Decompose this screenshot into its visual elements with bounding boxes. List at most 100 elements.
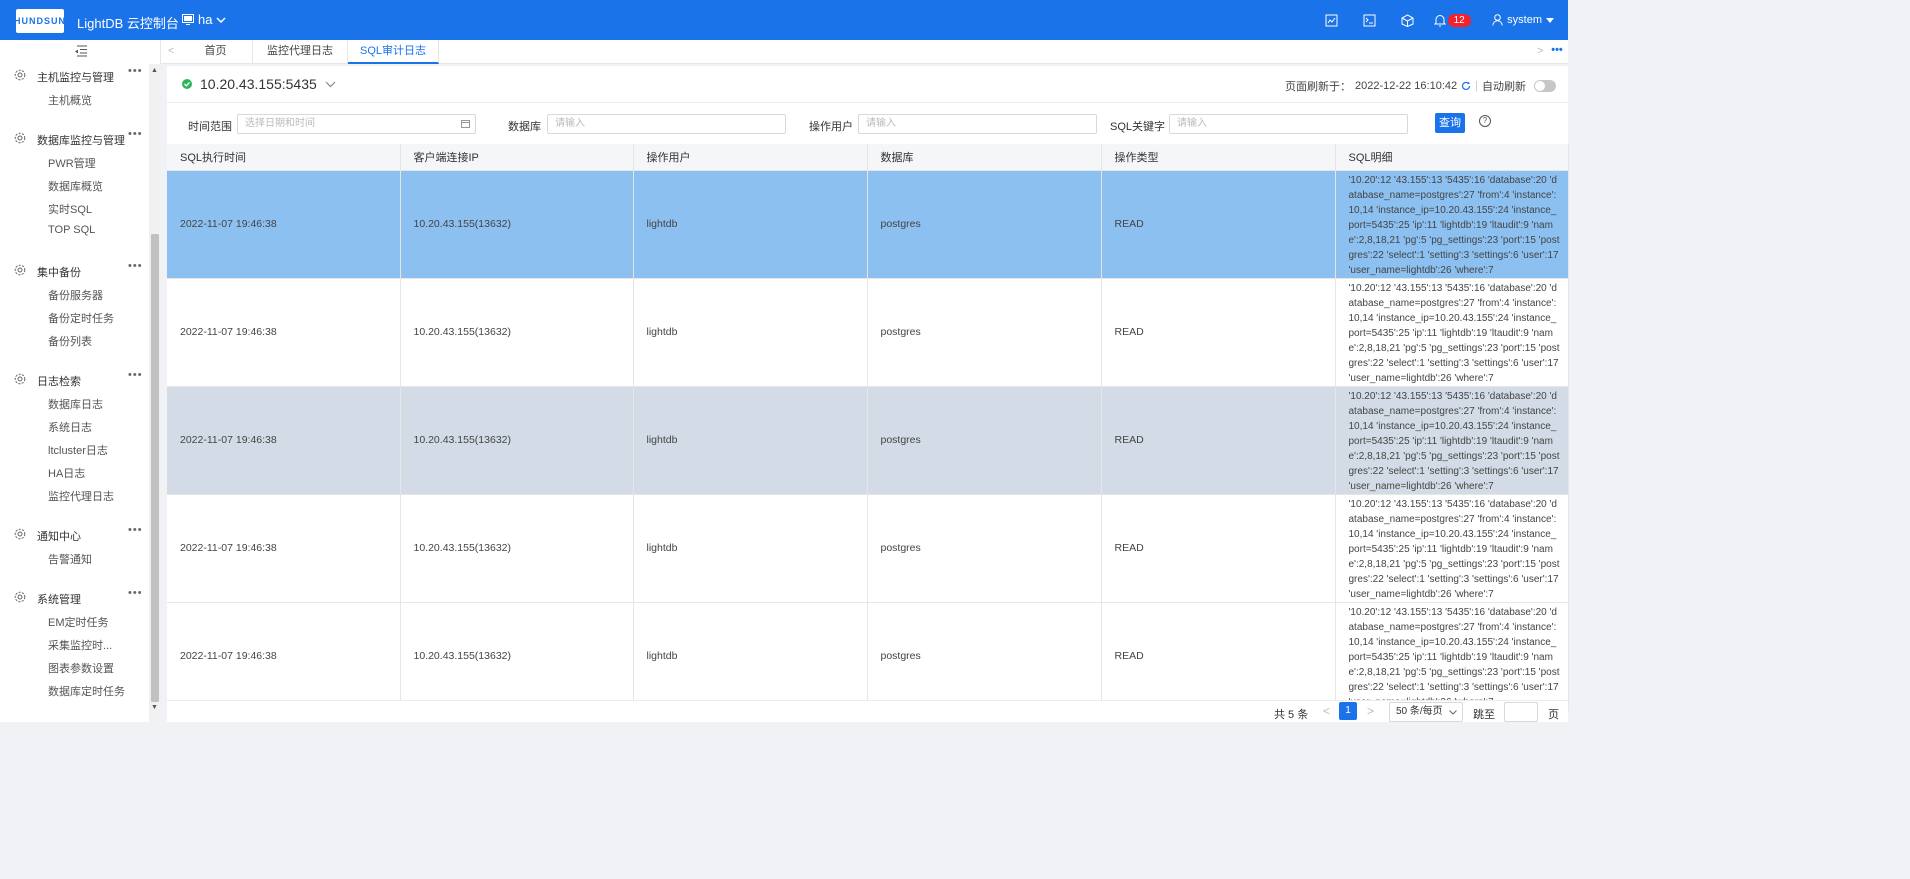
menu-fold-icon[interactable]	[74, 45, 88, 57]
sidebar-item-db-overview[interactable]: 数据库概览	[48, 178, 103, 194]
sidebar-item-backup-list[interactable]: 备份列表	[48, 333, 92, 349]
sidebar-item-db-schedule[interactable]: 数据库定时任务	[48, 683, 125, 699]
tab-agent-log[interactable]: 监控代理日志	[253, 40, 348, 64]
user-filter-label: 操作用户	[809, 121, 853, 133]
sidebar-group-label: 数据库监控与管理	[37, 135, 125, 147]
user-menu[interactable]: system	[1492, 14, 1554, 26]
tab-home[interactable]: 首页	[179, 40, 253, 64]
app-title: LightDB 云控制台	[77, 16, 179, 31]
table-row[interactable]: 2022-11-07 19:46:38 10.20.43.155(13632) …	[167, 170, 1569, 279]
cell-sql-detail: '10.20':12 '43.155':13 '5435':16 'databa…	[1335, 386, 1569, 495]
more-icon[interactable]: •••	[128, 260, 143, 272]
notification-count-badge: 12	[1447, 13, 1471, 27]
header-user[interactable]: 操作用户	[633, 144, 868, 171]
refresh-label: 页面刷新于：	[1284, 81, 1351, 93]
search-button[interactable]: 查询	[1435, 113, 1465, 133]
prev-page-icon[interactable]: <	[1323, 704, 1330, 718]
table-row[interactable]: 2022-11-07 19:46:38 10.20.43.155(13632) …	[167, 278, 1569, 387]
current-page[interactable]: 1	[1339, 702, 1357, 720]
database-filter-label: 数据库	[508, 121, 541, 133]
page-tabs: < 首页 监控代理日志 SQL审计日志 > •••	[161, 40, 1568, 64]
tab-sql-audit-log[interactable]: SQL审计日志	[348, 40, 439, 64]
scroll-up-arrow[interactable]: ▲	[151, 67, 158, 74]
sidebar-item-em-schedule[interactable]: EM定时任务	[48, 614, 109, 630]
cube-icon	[1401, 13, 1414, 27]
sidebar-item-alert[interactable]: 告警通知	[48, 551, 92, 567]
sidebar-group-backup[interactable]: 集中备份 •••	[0, 260, 149, 281]
report-button[interactable]	[1312, 0, 1350, 40]
terminal-icon	[1363, 14, 1376, 26]
sql-audit-table: SQL执行时间 客户端连接IP 操作用户 数据库 操作类型 SQL明细 2022…	[167, 144, 1569, 711]
sidebar-item-ltcluster-log[interactable]: ltcluster日志	[48, 442, 108, 458]
sidebar-item-backup-schedule[interactable]: 备份定时任务	[48, 310, 114, 326]
table-row[interactable]: 2022-11-07 19:46:38 10.20.43.155(13632) …	[167, 494, 1569, 603]
refresh-time: 2022-12-22 16:10:42	[1354, 80, 1458, 92]
sidebar-item-db-log[interactable]: 数据库日志	[48, 396, 103, 412]
tabs-next-arrow[interactable]: >	[1537, 45, 1543, 57]
gear-icon	[14, 528, 26, 540]
sidebar-item-top-sql[interactable]: TOP SQL	[48, 224, 95, 236]
keyword-filter-input[interactable]: 请输入	[1169, 114, 1408, 134]
gear-icon	[14, 591, 26, 603]
cell-sql-detail: '10.20':12 '43.155':13 '5435':16 'databa…	[1335, 170, 1569, 279]
cell-user: lightdb	[633, 494, 868, 603]
jump-page-input[interactable]	[1504, 702, 1538, 722]
sidebar-item-ha-log[interactable]: HA日志	[48, 465, 85, 481]
notification-button[interactable]: 12	[1426, 0, 1478, 40]
topbar-actions: 12 system	[1312, 0, 1568, 40]
more-icon[interactable]: •••	[128, 369, 143, 381]
sidebar-item-realtime-sql[interactable]: 实时SQL	[48, 201, 92, 217]
refresh-icon[interactable]	[1461, 81, 1471, 91]
next-page-icon[interactable]: >	[1367, 704, 1374, 718]
sidebar-scroll-thumb[interactable]	[151, 234, 159, 702]
more-icon[interactable]: •••	[128, 65, 143, 77]
sidebar-item-pwr[interactable]: PWR管理	[48, 155, 96, 171]
table-row[interactable]: 2022-11-07 19:46:38 10.20.43.155(13632) …	[167, 386, 1569, 495]
sidebar-item-collect-monitor[interactable]: 采集监控时...	[48, 637, 112, 653]
keyword-filter-label: SQL关键字	[1110, 121, 1166, 133]
more-icon[interactable]: •••	[128, 128, 143, 140]
tabs-more-icon[interactable]: •••	[1546, 40, 1568, 64]
sidebar-item-backup-server[interactable]: 备份服务器	[48, 287, 103, 303]
auto-refresh-toggle[interactable]	[1534, 80, 1556, 92]
sidebar-item-chart-settings[interactable]: 图表参数设置	[48, 660, 114, 676]
cell-op-type: READ	[1101, 386, 1336, 495]
cell-client-ip: 10.20.43.155(13632)	[400, 494, 634, 603]
header-sql-detail[interactable]: SQL明细	[1335, 144, 1569, 171]
header-exec-time[interactable]: SQL执行时间	[167, 144, 401, 171]
cell-op-type: READ	[1101, 602, 1336, 711]
cell-database: postgres	[867, 602, 1102, 711]
check-circle-icon	[182, 79, 192, 89]
jump-label: 跳至	[1473, 709, 1495, 721]
table-row[interactable]: 2022-11-07 19:46:38 10.20.43.155(13632) …	[167, 602, 1569, 711]
tabs-prev-arrow[interactable]: <	[168, 45, 174, 57]
header-database[interactable]: 数据库	[867, 144, 1102, 171]
main-panel: 10.20.43.155:5435 页面刷新于： 2022-12-22 16:1…	[167, 66, 1569, 722]
terminal-button[interactable]	[1350, 0, 1388, 40]
gear-icon	[14, 373, 26, 385]
sidebar-item-system-log[interactable]: 系统日志	[48, 419, 92, 435]
time-range-label: 时间范围	[188, 121, 232, 133]
sidebar-item-host-overview[interactable]: 主机概览	[48, 92, 92, 108]
instance-selector[interactable]: 10.20.43.155:5435	[182, 76, 336, 92]
package-button[interactable]	[1388, 0, 1426, 40]
user-filter-input[interactable]: 请输入	[858, 114, 1097, 134]
sidebar-group-notification[interactable]: 通知中心 •••	[0, 524, 149, 545]
time-range-picker[interactable]: 选择日期和时间	[237, 114, 476, 134]
sidebar-group-log-search[interactable]: 日志检索 •••	[0, 369, 149, 390]
more-icon[interactable]: •••	[128, 587, 143, 599]
page-size-select[interactable]: 50 条/每页	[1389, 702, 1463, 722]
sidebar-group-system[interactable]: 系统管理 •••	[0, 587, 149, 608]
sidebar-group-database[interactable]: 数据库监控与管理 •••	[0, 128, 149, 149]
header-client-ip[interactable]: 客户端连接IP	[400, 144, 634, 171]
sidebar-group-host[interactable]: 主机监控与管理 •••	[0, 65, 149, 86]
header-op-type[interactable]: 操作类型	[1101, 144, 1336, 171]
database-filter-input[interactable]: 请输入	[547, 114, 786, 134]
top-bar: HUNDSUN LightDB 云控制台 ha 12 system	[0, 0, 1568, 40]
scroll-down-arrow[interactable]: ▼	[151, 704, 158, 711]
environment-selector[interactable]: ha	[182, 12, 226, 27]
brand-logo[interactable]: HUNDSUN	[14, 9, 65, 33]
sidebar-item-agent-log[interactable]: 监控代理日志	[48, 488, 114, 504]
question-circle-icon[interactable]: ?	[1479, 115, 1491, 127]
more-icon[interactable]: •••	[128, 524, 143, 536]
